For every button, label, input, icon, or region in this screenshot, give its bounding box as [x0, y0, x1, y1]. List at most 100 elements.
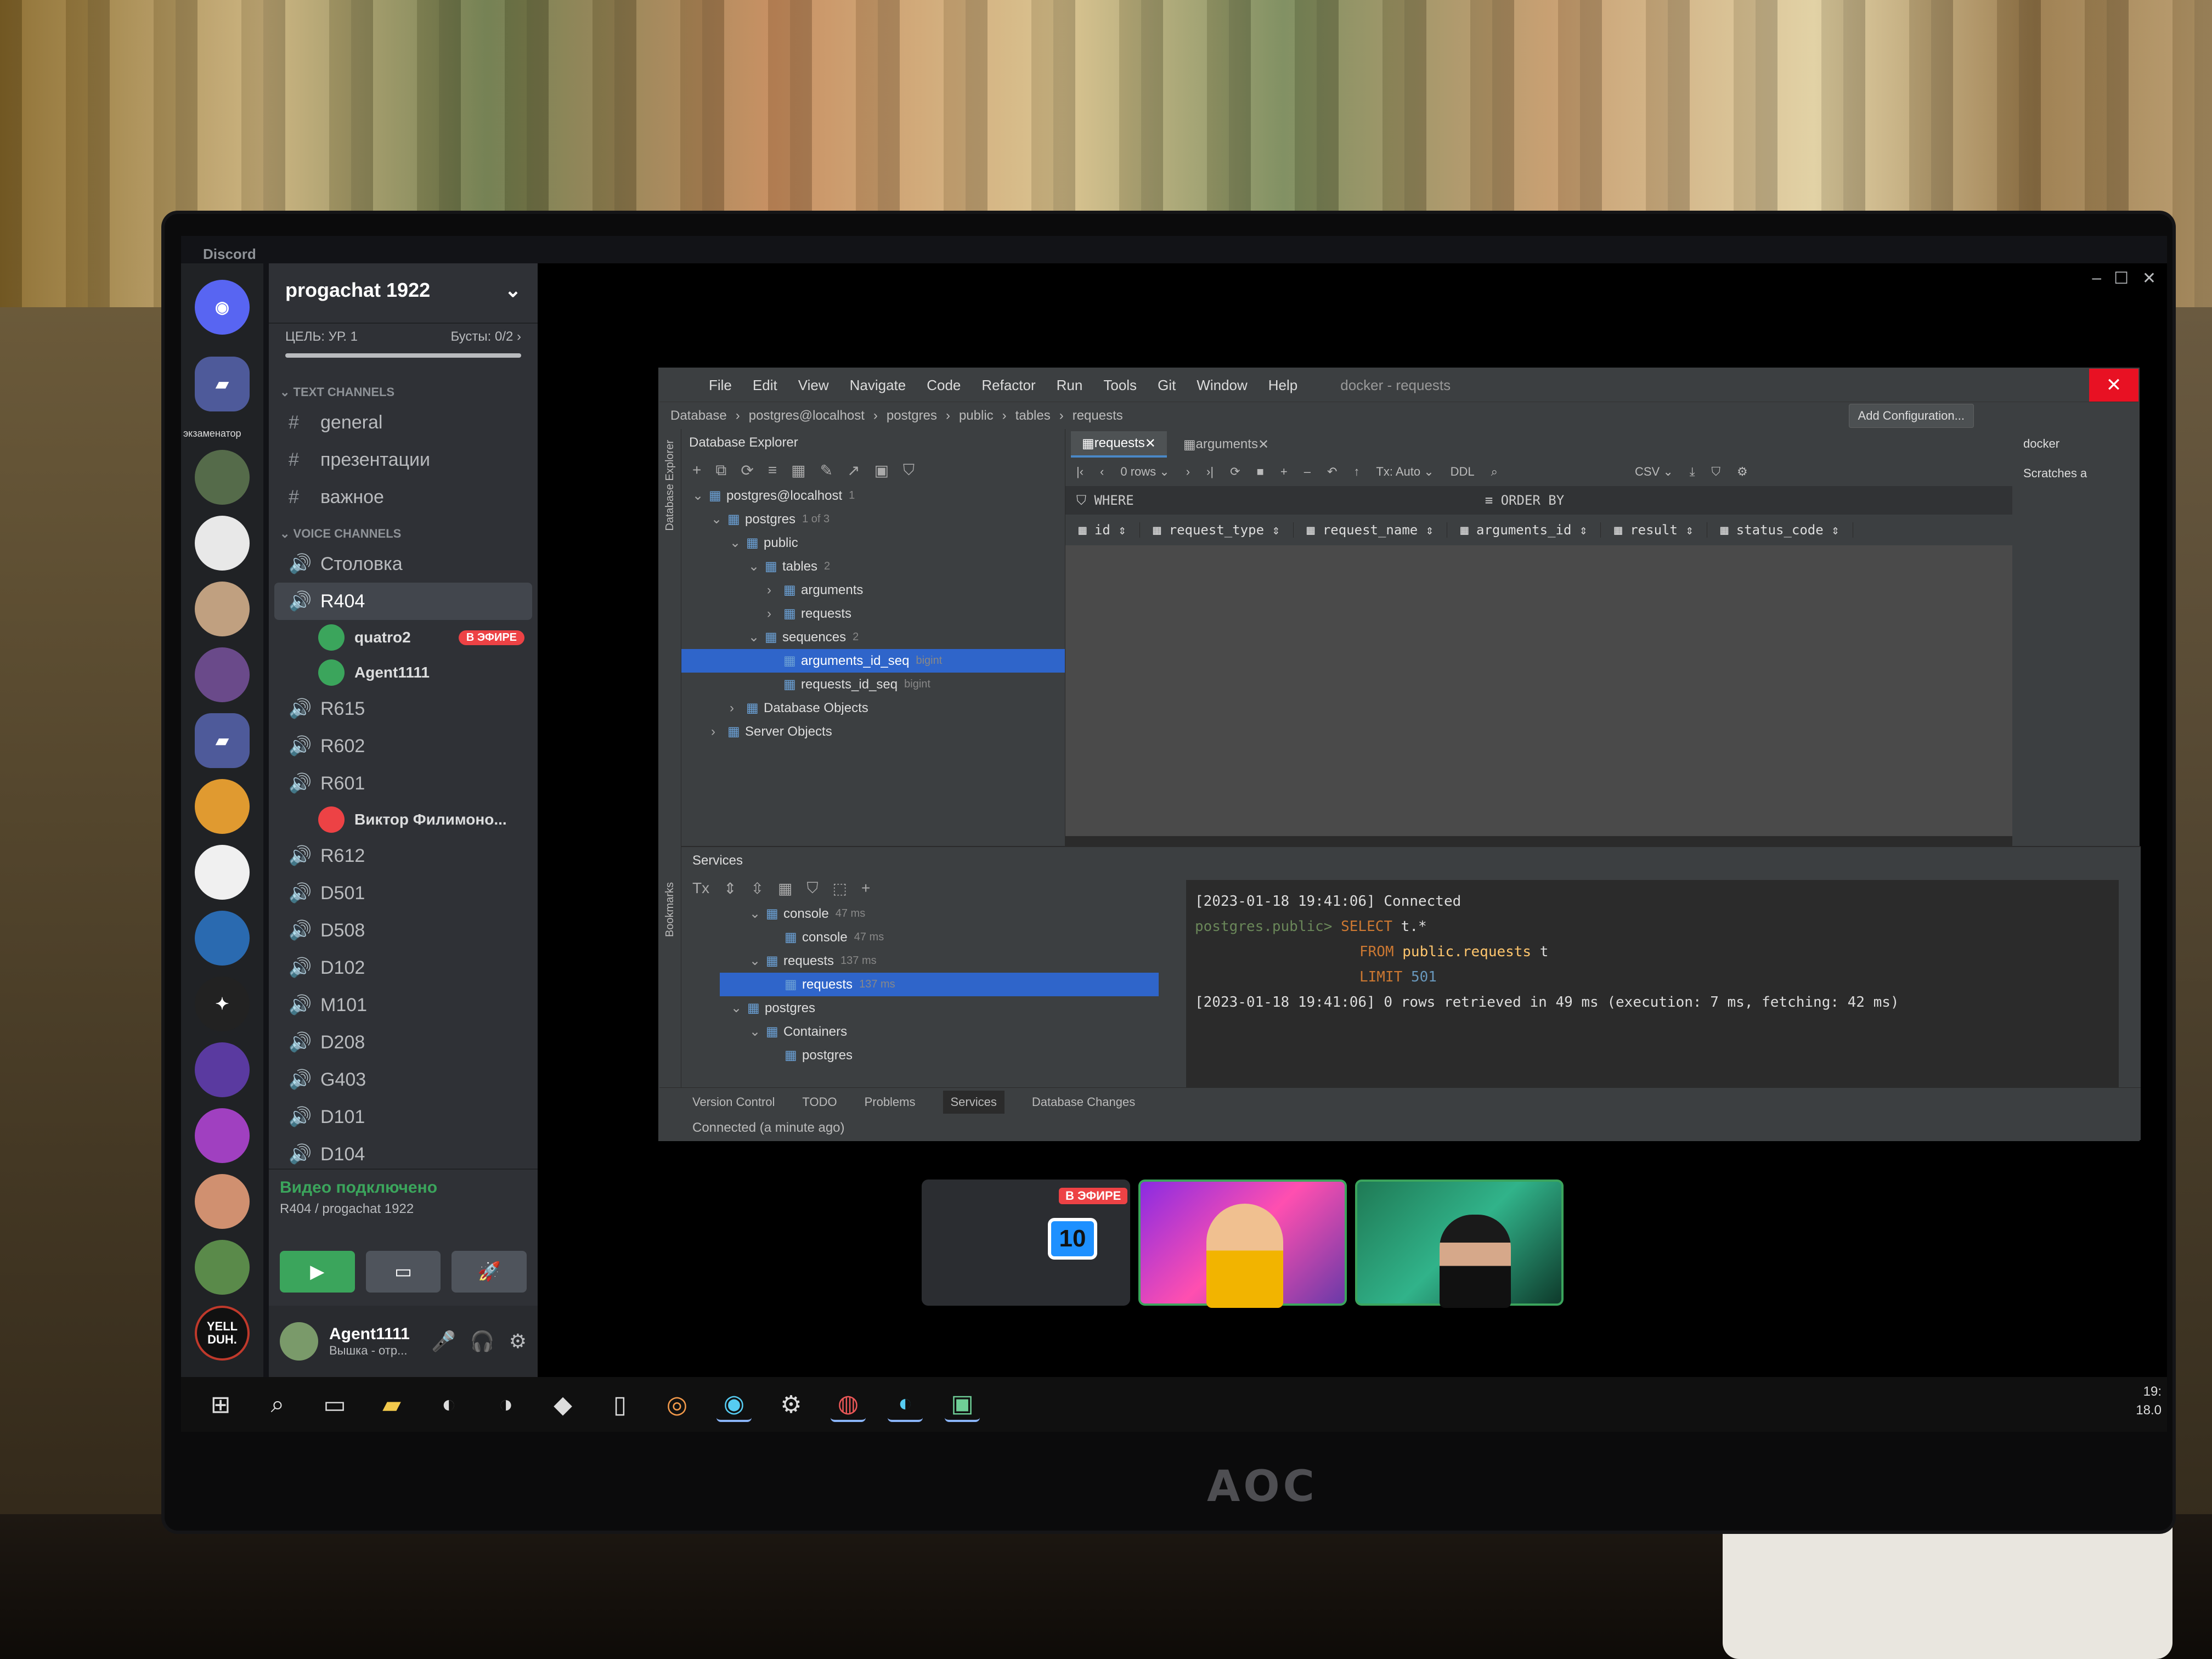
- category-text-channels[interactable]: ⌄ TEXT CHANNELS: [269, 374, 538, 404]
- menu-item[interactable]: Refactor: [981, 377, 1035, 394]
- revert-icon[interactable]: ↶: [1327, 465, 1337, 479]
- tree-node[interactable]: ▦ postgres: [720, 1043, 1159, 1067]
- expand-arrow-icon[interactable]: ⌄: [692, 488, 709, 504]
- menu-item[interactable]: Run: [1057, 377, 1083, 394]
- expand-arrow-icon[interactable]: ⌄: [748, 629, 765, 645]
- download-icon[interactable]: ⤓: [1690, 465, 1695, 479]
- notepad-icon[interactable]: ▯: [602, 1387, 637, 1422]
- menu-item[interactable]: Tools: [1103, 377, 1137, 394]
- database-explorer-tool-tab[interactable]: Database Explorer: [664, 440, 676, 531]
- ddl-button[interactable]: DDL: [1451, 465, 1475, 479]
- voice-channel[interactable]: 🔊 G403: [269, 1061, 538, 1098]
- server-icon[interactable]: [195, 1174, 250, 1229]
- server-icon[interactable]: [195, 845, 250, 900]
- stop-icon[interactable]: ■: [1257, 465, 1264, 479]
- breadcrumb-item[interactable]: requests: [1073, 408, 1123, 424]
- tree-node[interactable]: ⌄ ▦ postgres 1 of 3: [681, 507, 1065, 531]
- steam-icon[interactable]: ⚙: [774, 1387, 809, 1422]
- column-header[interactable]: ▦ request_type ⇕: [1140, 522, 1294, 538]
- table-icon[interactable]: ▦: [791, 461, 805, 479]
- server-icon[interactable]: ✦: [195, 977, 250, 1031]
- tree-node[interactable]: ▦ requests_id_seq bigint: [681, 673, 1065, 696]
- channel-1[interactable]: # презентации: [269, 441, 538, 478]
- column-header[interactable]: ▦ status_code ⇕: [1707, 522, 1853, 538]
- where-filter-input[interactable]: ⛉ WHERE: [1076, 493, 1134, 508]
- server-icon[interactable]: [195, 1108, 250, 1163]
- collapse-all-icon[interactable]: ⇳: [751, 879, 764, 898]
- tree-node[interactable]: ⌄ ▦ postgres@localhost 1: [681, 484, 1065, 507]
- channel-2[interactable]: # важное: [269, 478, 538, 516]
- server-icon[interactable]: [195, 911, 250, 966]
- add-icon[interactable]: +: [692, 461, 701, 479]
- export-format-selector[interactable]: CSV ⌄: [1635, 465, 1673, 479]
- headphones-icon[interactable]: 🎧: [470, 1330, 495, 1353]
- ide-close-button[interactable]: ✕: [2089, 369, 2138, 402]
- close-icon[interactable]: ✕: [1258, 437, 1269, 453]
- menu-item[interactable]: Git: [1158, 377, 1176, 394]
- avatar[interactable]: [280, 1322, 318, 1361]
- expand-arrow-icon[interactable]: ›: [730, 701, 746, 716]
- breadcrumb-item[interactable]: postgres: [887, 408, 937, 424]
- right-panel-item[interactable]: Scratches a: [2012, 459, 2138, 488]
- settings-icon[interactable]: ⚙: [1737, 465, 1748, 479]
- voice-channel[interactable]: 🔊 R612: [269, 837, 538, 874]
- app-icon[interactable]: ◉: [716, 1387, 752, 1422]
- expand-all-icon[interactable]: ⇕: [724, 879, 736, 898]
- tree-node[interactable]: ⌄ ▦ public: [681, 531, 1065, 555]
- grid-body[interactable]: [1065, 545, 2124, 836]
- bottom-tool-tab[interactable]: Database Changes: [1032, 1095, 1135, 1109]
- sort-icon[interactable]: ⇕: [1571, 522, 1587, 538]
- server-folder-icon[interactable]: ▰: [195, 357, 250, 411]
- expand-arrow-icon[interactable]: ⌄: [730, 535, 746, 551]
- tree-node[interactable]: ⌄ ▦ console 47 ms: [720, 902, 1159, 926]
- filter-icon[interactable]: ⛉: [807, 879, 819, 898]
- column-header[interactable]: ▦ request_name ⇕: [1294, 522, 1448, 538]
- refresh-icon[interactable]: ⟳: [741, 461, 753, 479]
- sort-icon[interactable]: ⇕: [1678, 522, 1693, 538]
- editor-tab[interactable]: ▦ arguments ✕: [1172, 431, 1280, 458]
- sort-icon[interactable]: ⇕: [1110, 522, 1126, 538]
- delete-row-icon[interactable]: –: [1304, 465, 1311, 479]
- voice-user[interactable]: Agent1111: [269, 655, 538, 690]
- expand-arrow-icon[interactable]: ›: [767, 583, 783, 598]
- last-page-icon[interactable]: ›|: [1206, 465, 1214, 479]
- order-by-input[interactable]: ≡ ORDER BY: [1485, 493, 1565, 508]
- properties-icon[interactable]: ≡: [768, 461, 777, 479]
- close-icon[interactable]: ✕: [2142, 269, 2156, 288]
- minimize-icon[interactable]: –: [2092, 269, 2101, 287]
- add-configuration-button[interactable]: Add Configuration...: [1848, 404, 1974, 428]
- console-icon[interactable]: ▣: [874, 461, 889, 479]
- channel-0[interactable]: # general: [269, 404, 538, 441]
- bottom-tool-tab[interactable]: Version Control: [692, 1095, 775, 1109]
- group-icon[interactable]: ▦: [778, 879, 792, 898]
- tree-node[interactable]: ⌄ ▦ requests 137 ms: [720, 949, 1159, 973]
- server-icon[interactable]: [195, 1240, 250, 1295]
- filter-icon[interactable]: ⛉: [1712, 465, 1721, 479]
- breadcrumb-item[interactable]: public: [959, 408, 994, 424]
- bookmarks-tool-tab[interactable]: Bookmarks: [664, 882, 676, 937]
- voice-channel[interactable]: 🔊 D508: [269, 912, 538, 949]
- app-icon[interactable]: ◐: [888, 1387, 923, 1422]
- app-icon[interactable]: ◎: [659, 1387, 695, 1422]
- chrome-icon[interactable]: ◍: [831, 1387, 866, 1422]
- console-output[interactable]: [2023-01-18 19:41:06] Connected postgres…: [1186, 880, 2119, 1094]
- taskbar-clock[interactable]: 19: 18.0: [2136, 1383, 2162, 1420]
- sort-icon[interactable]: ⇕: [1824, 522, 1839, 538]
- tree-node[interactable]: ⌄ ▦ tables 2: [681, 555, 1065, 578]
- server-icon[interactable]: [195, 582, 250, 636]
- right-panel-item[interactable]: docker: [2012, 429, 2138, 459]
- voice-channel[interactable]: 🔊 R404: [274, 583, 532, 620]
- rows-selector[interactable]: 0 rows ⌄: [1120, 465, 1169, 479]
- voice-channel[interactable]: 🔊 Столовка: [269, 545, 538, 583]
- voice-channel[interactable]: 🔊 D101: [269, 1098, 538, 1136]
- category-voice-channels[interactable]: ⌄ VOICE CHANNELS: [269, 516, 538, 545]
- expand-arrow-icon[interactable]: ›: [767, 606, 783, 622]
- voice-channel[interactable]: 🔊 R601: [269, 765, 538, 802]
- edit-icon[interactable]: ✎: [820, 461, 833, 479]
- maximize-icon[interactable]: ☐: [2114, 269, 2129, 288]
- server-icon[interactable]: [195, 516, 250, 571]
- start-icon[interactable]: ⊞: [203, 1387, 238, 1422]
- prev-page-icon[interactable]: ‹: [1100, 465, 1104, 479]
- tree-node[interactable]: ⌄ ▦ postgres: [720, 996, 1159, 1020]
- tree-node[interactable]: ⌄ ▦ sequences 2: [681, 625, 1065, 649]
